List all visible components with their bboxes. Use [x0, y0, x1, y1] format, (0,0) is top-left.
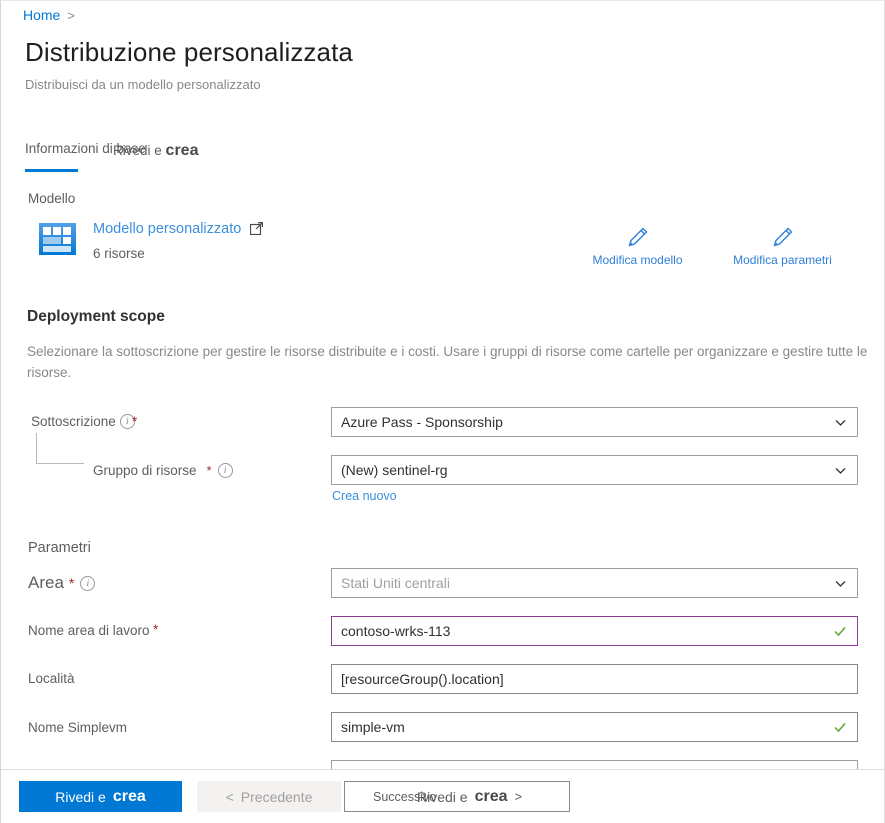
tab-rivedi-e-crea-bold: crea	[165, 142, 199, 159]
review-and-create-button[interactable]: Rivedi e crea	[19, 781, 182, 812]
vm-name-label-text: Nome Simplevm	[28, 720, 128, 735]
resource-group-label-text: Gruppo di risorse	[93, 463, 197, 478]
template-resource-count: 6 risorse	[93, 246, 145, 261]
tab-active-underline	[25, 169, 78, 172]
subscription-value: Azure Pass - Sponsorship	[341, 414, 503, 430]
footer-action-bar: Rivedi e crea < Precedente Successivo Ri…	[1, 769, 884, 823]
subscription-label: Sottoscrizione i *	[31, 414, 138, 429]
edit-template-label: Modifica modello	[592, 253, 683, 267]
workspace-name-label-text: Nome area di lavoro	[28, 623, 150, 638]
chevron-left-icon: <	[225, 788, 234, 805]
next-button[interactable]: Successivo Rivedi e crea >	[344, 781, 570, 812]
checkmark-icon	[833, 624, 847, 638]
info-icon[interactable]: i	[217, 463, 233, 478]
page-title: Distribuzione personalizzata	[25, 37, 353, 67]
template-grid-icon	[39, 223, 76, 255]
breadcrumb-home-link[interactable]: Home	[23, 7, 60, 23]
review-and-create-prefix: Rivedi e	[55, 788, 106, 805]
custom-deployment-page: Home > Distribuzione personalizzata Dist…	[0, 0, 885, 823]
template-link[interactable]: Modello personalizzato	[93, 221, 241, 237]
edit-parameters-label: Modifica parametri	[733, 253, 832, 267]
area-label: Area * i	[28, 573, 96, 593]
edit-parameters-button[interactable]: Modifica parametri	[729, 225, 836, 267]
workspace-name-label: Nome area di lavoro *	[28, 622, 158, 638]
info-icon[interactable]: i	[80, 575, 96, 591]
area-value: Stati Uniti centrali	[341, 575, 450, 591]
location-label-text: Località	[28, 671, 75, 686]
resource-group-required-marker: *	[206, 463, 212, 478]
tab-rivedi-e-crea[interactable]: Rivedi e crea	[113, 142, 198, 160]
next-review-bold: crea	[474, 787, 508, 805]
vm-name-label: Nome Simplevm	[28, 720, 127, 735]
external-link-icon[interactable]	[249, 222, 263, 236]
breadcrumb-separator-icon: >	[67, 7, 75, 23]
previous-label: Precedente	[240, 788, 313, 805]
location-label: Località	[28, 671, 75, 686]
parameters-heading: Parametri	[28, 540, 91, 556]
field-hierarchy-connector	[36, 433, 84, 464]
workspace-name-input[interactable]: contoso-wrks-113	[331, 616, 858, 646]
area-dropdown[interactable]: Stati Uniti centrali	[331, 568, 858, 598]
next-review-label: Rivedi e crea >	[417, 782, 522, 811]
location-input[interactable]: [resourceGroup().location]	[331, 664, 858, 694]
deployment-scope-heading: Deployment scope	[27, 308, 165, 325]
resource-group-dropdown[interactable]: (New) sentinel-rg	[331, 455, 858, 485]
vm-name-value: simple-vm	[341, 719, 405, 735]
deployment-scope-description: Selezionare la sottoscrizione per gestir…	[27, 344, 868, 380]
area-required-marker: *	[68, 575, 75, 591]
chevron-down-icon	[834, 464, 847, 477]
pencil-icon	[626, 225, 650, 249]
checkmark-icon	[833, 720, 847, 734]
chevron-down-icon	[834, 416, 847, 429]
resource-group-label: Gruppo di risorse * i	[93, 463, 233, 478]
pencil-icon	[771, 225, 795, 249]
edit-template-button[interactable]: Modifica modello	[589, 225, 686, 267]
location-value: [resourceGroup().location]	[341, 671, 504, 687]
subscription-required-marker: *	[132, 414, 138, 429]
chevron-down-icon	[834, 577, 847, 590]
chevron-right-icon: >	[514, 789, 523, 804]
subscription-dropdown[interactable]: Azure Pass - Sponsorship	[331, 407, 858, 437]
resource-group-value: (New) sentinel-rg	[341, 462, 448, 478]
subscription-label-text: Sottoscrizione	[31, 414, 116, 429]
page-subtitle: Distribuisci da un modello personalizzat…	[25, 77, 261, 92]
tab-rivedi-e-crea-prefix: Rivedi e	[113, 143, 162, 158]
previous-button[interactable]: < Precedente	[197, 781, 341, 812]
create-new-resource-group-link[interactable]: Crea nuovo	[332, 489, 397, 503]
template-section-label: Modello	[28, 191, 76, 206]
review-and-create-bold: crea	[112, 787, 146, 805]
vm-name-input[interactable]: simple-vm	[331, 712, 858, 742]
workspace-name-value: contoso-wrks-113	[341, 623, 451, 639]
workspace-name-required-marker: *	[153, 622, 159, 637]
area-label-text: Area	[28, 573, 64, 592]
next-review-prefix: Rivedi e	[417, 788, 468, 805]
breadcrumb: Home >	[23, 7, 75, 23]
